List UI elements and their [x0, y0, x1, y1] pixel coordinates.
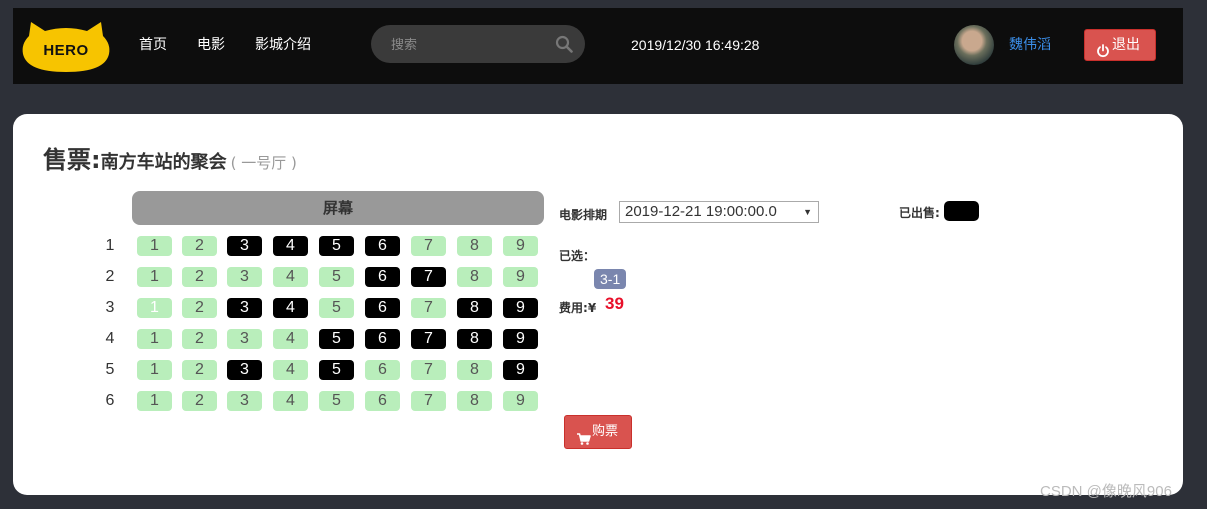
seat-4-7[interactable]: 7 — [411, 329, 446, 349]
seat-1-9[interactable]: 9 — [503, 236, 538, 256]
hall-name: ( 一号厅 ) — [230, 154, 297, 172]
seat-3-3[interactable]: 3 — [227, 298, 262, 318]
seat-5-2[interactable]: 2 — [182, 360, 217, 380]
movie-name: 南方车站的聚会 — [100, 152, 227, 173]
selected-seat-chip[interactable]: 3-1 — [594, 269, 627, 289]
top-navbar: HERO 首页 电影 影城介绍 2019/12/30 16:49:28 魏伟滔 … — [13, 8, 1183, 84]
currency-symbol: ¥ — [587, 301, 597, 315]
search-icon[interactable] — [555, 35, 573, 57]
seat-2-1[interactable]: 1 — [137, 267, 172, 287]
seat-1-7[interactable]: 7 — [411, 236, 446, 256]
hero-logo[interactable]: HERO — [21, 22, 111, 74]
sold-badge — [944, 201, 979, 221]
seat-6-5[interactable]: 5 — [319, 391, 354, 411]
schedule-select[interactable]: 2019-12-21 19:00:00.0 ▼ — [619, 201, 819, 223]
seat-5-8[interactable]: 8 — [457, 360, 492, 380]
row-number: 1 — [105, 237, 115, 254]
nav-cinema-intro-link[interactable]: 影城介绍 — [255, 36, 311, 54]
seat-4-6[interactable]: 6 — [365, 329, 400, 349]
screen-bar: 屏幕 — [132, 191, 544, 225]
nav-movies-link[interactable]: 电影 — [197, 36, 225, 54]
seat-2-6[interactable]: 6 — [365, 267, 400, 287]
row-number: 5 — [105, 361, 115, 378]
row-number: 6 — [105, 392, 115, 409]
seat-2-9[interactable]: 9 — [503, 267, 538, 287]
seat-1-6[interactable]: 6 — [365, 236, 400, 256]
search-input[interactable] — [389, 34, 543, 56]
seat-2-3[interactable]: 3 — [227, 267, 262, 287]
seat-4-4[interactable]: 4 — [273, 329, 308, 349]
seat-1-5[interactable]: 5 — [319, 236, 354, 256]
seat-1-3[interactable]: 3 — [227, 236, 262, 256]
seat-3-2[interactable]: 2 — [182, 298, 217, 318]
seat-6-7[interactable]: 7 — [411, 391, 446, 411]
seat-6-8[interactable]: 8 — [457, 391, 492, 411]
seat-2-2[interactable]: 2 — [182, 267, 217, 287]
nav-home-link[interactable]: 首页 — [139, 36, 167, 54]
selected-label: 已选： — [559, 249, 596, 263]
seat-1-4[interactable]: 4 — [273, 236, 308, 256]
seat-2-7[interactable]: 7 — [411, 267, 446, 287]
seat-2-4[interactable]: 4 — [273, 267, 308, 287]
seat-6-6[interactable]: 6 — [365, 391, 400, 411]
seat-2-5[interactable]: 5 — [319, 267, 354, 287]
seat-3-8[interactable]: 8 — [457, 298, 492, 318]
row-number: 3 — [105, 299, 115, 316]
seat-4-8[interactable]: 8 — [457, 329, 492, 349]
search-box — [371, 25, 585, 63]
row-number: 4 — [105, 330, 115, 347]
seat-3-1[interactable]: 1 — [137, 298, 172, 318]
fee-label: 费用:¥ — [559, 299, 596, 316]
seat-4-3[interactable]: 3 — [227, 329, 262, 349]
schedule-value: 2019-12-21 19:00:00.0 — [625, 203, 777, 220]
seat-4-2[interactable]: 2 — [182, 329, 217, 349]
row-number: 2 — [105, 268, 115, 285]
seat-5-1[interactable]: 1 — [137, 360, 172, 380]
seat-1-8[interactable]: 8 — [457, 236, 492, 256]
seat-6-3[interactable]: 3 — [227, 391, 262, 411]
sold-label: 已出售: — [899, 206, 940, 220]
seat-3-6[interactable]: 6 — [365, 298, 400, 318]
seat-4-9[interactable]: 9 — [503, 329, 538, 349]
seat-5-9[interactable]: 9 — [503, 360, 538, 380]
seat-4-5[interactable]: 5 — [319, 329, 354, 349]
seat-6-9[interactable]: 9 — [503, 391, 538, 411]
seat-6-1[interactable]: 1 — [137, 391, 172, 411]
power-icon — [1096, 39, 1110, 70]
csdn-watermark: CSDN @像晚风906 — [1040, 483, 1172, 500]
seat-6-4[interactable]: 4 — [273, 391, 308, 411]
fee-label-text: 费用: — [559, 301, 588, 315]
seat-3-5[interactable]: 5 — [319, 298, 354, 318]
seat-1-2[interactable]: 2 — [182, 236, 217, 256]
seat-5-3[interactable]: 3 — [227, 360, 262, 380]
seat-2-8[interactable]: 8 — [457, 267, 492, 287]
seat-5-6[interactable]: 6 — [365, 360, 400, 380]
seat-6-2[interactable]: 2 — [182, 391, 217, 411]
seat-5-5[interactable]: 5 — [319, 360, 354, 380]
seat-5-4[interactable]: 4 — [273, 360, 308, 380]
caret-down-icon: ▼ — [803, 207, 812, 217]
logout-label: 退出 — [1112, 37, 1140, 53]
schedule-label: 电影排期 — [559, 208, 608, 222]
seat-1-1[interactable]: 1 — [137, 236, 172, 256]
seat-3-9[interactable]: 9 — [503, 298, 538, 318]
page-title: 售票:南方车站的聚会( 一号厅 ) — [43, 140, 297, 175]
seat-4-1[interactable]: 1 — [137, 329, 172, 349]
seat-3-7[interactable]: 7 — [411, 298, 446, 318]
fee-amount: 39 — [605, 294, 624, 313]
current-datetime: 2019/12/30 16:49:28 — [631, 37, 760, 53]
logo-text: HERO — [43, 42, 89, 59]
seat-3-4[interactable]: 4 — [273, 298, 308, 318]
buy-label: 购票 — [591, 424, 618, 439]
title-prefix: 售票: — [43, 146, 101, 174]
cart-icon — [577, 426, 591, 458]
seat-5-7[interactable]: 7 — [411, 360, 446, 380]
logout-button[interactable]: 退出 — [1084, 29, 1156, 61]
buy-ticket-button[interactable]: 购票 — [564, 415, 632, 449]
user-avatar[interactable] — [954, 25, 994, 65]
username-link[interactable]: 魏伟滔 — [1009, 36, 1051, 54]
ticket-panel: 售票:南方车站的聚会( 一号厅 ) 屏幕 1123456789212345678… — [13, 114, 1183, 495]
